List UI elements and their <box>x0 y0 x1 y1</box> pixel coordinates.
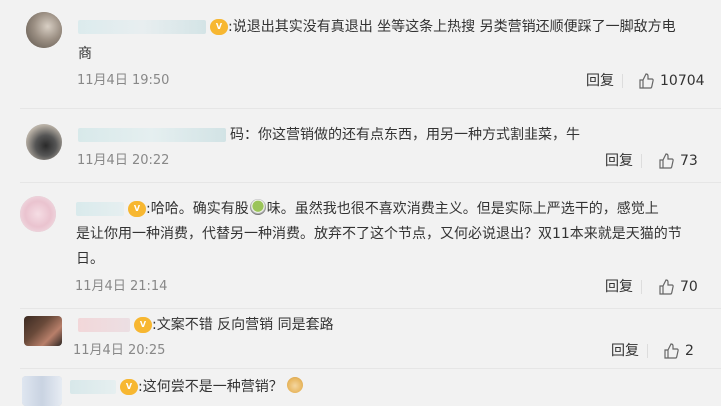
username[interactable] <box>78 318 130 332</box>
comment-4: V :文案不错 反向营销 同是套路 11月4日 20:25 回复 2 <box>0 308 721 368</box>
thumbs-up-icon <box>659 279 674 295</box>
vip-badge-icon: V <box>128 201 146 217</box>
comment-text-line3: 日。 <box>76 251 104 267</box>
comment-3: V :哈哈。确实有股 味。虽然我也很不喜欢消费主义。但是实际上严选干的，感觉上 是… <box>0 182 721 304</box>
thumbs-up-icon <box>664 343 679 359</box>
reply-button[interactable]: 回复 <box>611 342 639 360</box>
comment-time: 11月4日 21:14 <box>75 279 168 294</box>
vip-badge-icon: V <box>120 379 138 395</box>
like-button[interactable]: 70 <box>658 278 698 296</box>
like-button[interactable]: 2 <box>663 342 694 360</box>
vip-badge-icon: V <box>134 317 152 333</box>
avatar[interactable] <box>24 316 62 346</box>
reply-button[interactable]: 回复 <box>605 278 633 296</box>
comment-time: 11月4日 20:25 <box>73 343 166 358</box>
comment-text: :说退出其实没有真退出 坐等这条上热搜 另类营销还顺便踩了一脚敌方电 <box>228 19 676 35</box>
like-button[interactable]: 73 <box>658 152 698 170</box>
comment-text: 码：你这营销做的还有点东西，用另一种方式割韭菜，牛 <box>230 127 580 143</box>
like-count: 2 <box>685 343 694 359</box>
username[interactable] <box>70 380 116 394</box>
comment-5: V :这何尝不是一种营销？ <box>0 368 721 406</box>
comment-text-line2: 是让你用一种消费，代替另一种消费。放弃不了这个节点，又何必说退出？双11本来就是… <box>76 226 682 242</box>
reply-button[interactable]: 回复 <box>586 72 614 90</box>
avatar[interactable] <box>22 376 62 406</box>
vip-badge-icon: V <box>210 19 228 35</box>
like-count: 73 <box>680 153 698 169</box>
comment-text: :这何尝不是一种营销？ <box>138 375 304 400</box>
doge-emoji-icon <box>286 377 303 393</box>
comment-text: :哈哈。确实有股 味。虽然我也很不喜欢消费主义。但是实际上严选干的，感觉上 <box>146 199 659 217</box>
comment-time: 11月4日 19:50 <box>77 73 170 88</box>
divider <box>647 344 648 358</box>
like-button[interactable]: 10704 <box>638 72 705 90</box>
avatar[interactable] <box>26 124 62 160</box>
comment-time: 11月4日 20:22 <box>77 153 170 168</box>
username[interactable] <box>76 202 124 216</box>
comment-text-line2: 商 <box>78 46 92 62</box>
divider <box>641 154 642 168</box>
username[interactable] <box>78 128 226 142</box>
like-count: 70 <box>680 279 698 295</box>
divider <box>641 280 642 294</box>
username[interactable] <box>78 20 206 34</box>
avatar[interactable] <box>20 196 56 232</box>
avatar[interactable] <box>26 12 62 48</box>
like-count: 10704 <box>660 73 705 89</box>
thumbs-up-icon <box>639 73 654 89</box>
matcha-emoji-icon <box>249 199 266 215</box>
divider <box>622 74 623 88</box>
comment-2: 码：你这营销做的还有点东西，用另一种方式割韭菜，牛 11月4日 20:22 回复… <box>0 108 721 176</box>
reply-button[interactable]: 回复 <box>605 152 633 170</box>
comment-text: :文案不错 反向营销 同是套路 <box>152 317 334 333</box>
thumbs-up-icon <box>659 153 674 169</box>
comment-1: V :说退出其实没有真退出 坐等这条上热搜 另类营销还顺便踩了一脚敌方电 商 1… <box>0 0 721 108</box>
